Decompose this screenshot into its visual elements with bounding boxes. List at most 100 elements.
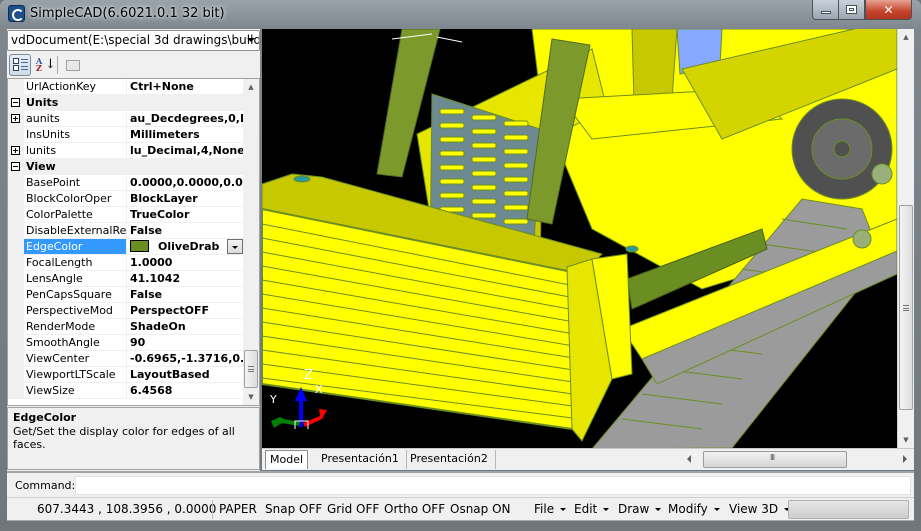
property-value-text: False [130,224,163,237]
property-value[interactable]: LayoutBased [127,367,244,382]
property-row[interactable]: ColorPalette TrueColor [8,207,244,223]
property-row[interactable]: BlockColorOper BlockLayer [8,191,244,207]
property-value[interactable]: 0.0000,0.0000,0.000 [127,175,244,190]
property-value[interactable]: TrueColor [127,207,244,222]
scroll-down-icon[interactable]: ▼ [898,432,914,448]
scroll-down-icon[interactable]: ▼ [243,389,259,405]
property-value-text: PerspectOFF [130,304,209,317]
property-category[interactable]: Units [8,95,244,111]
menu-modify-label: Modify [668,502,708,516]
caret-down-icon [603,508,610,511]
grid-toggle[interactable]: Grid OFF [327,502,379,516]
close-button[interactable]: ✕ [865,0,912,20]
scroll-up-icon[interactable]: ▲ [243,79,259,95]
categorized-view-button[interactable] [9,54,31,76]
property-value[interactable]: False [127,287,244,302]
property-value[interactable]: 41.1042 [127,271,244,286]
property-panel: vdDocument(E:\special 3d drawings\bulldo… [7,29,260,471]
property-value[interactable]: OliveDrab [127,239,244,254]
viewport-horizontal-scrollbar[interactable] [685,451,912,468]
app-window: SimpleCAD(6.6021.0.1 32 bit) ✕ vdDocumen… [0,0,921,531]
property-value[interactable]: au_Decdegrees,0,No [127,111,244,126]
dropdown-button[interactable] [227,239,243,254]
property-row[interactable]: UrlActionKey Ctrl+None [8,79,244,95]
property-value[interactable]: Millimeters [127,127,244,142]
viewport-scrollbar-thumb[interactable] [899,205,913,410]
scroll-left-icon[interactable] [687,455,691,463]
expand-icon[interactable] [11,114,20,123]
expand-icon[interactable] [11,146,20,155]
property-row[interactable]: DisableExternalRefe False [8,223,244,239]
property-row[interactable]: FocalLength 1.0000 [8,255,244,271]
grille-slot [503,162,529,169]
property-name: BlockColorOper [24,191,127,206]
property-row[interactable]: PerspectiveMod PerspectOFF [8,303,244,319]
property-value[interactable]: False [127,223,244,238]
maximize-button[interactable] [838,0,865,20]
property-name: ViewCenter [24,351,127,366]
tab-presentacion1[interactable]: Presentación1 [314,450,407,469]
command-input[interactable] [75,476,911,495]
grille-slot [503,204,529,211]
property-row[interactable]: lunits lu_Decimal,4,None [8,143,244,159]
minimize-button[interactable] [812,0,839,20]
property-row[interactable]: LensAngle 41.1042 [8,271,244,287]
scrollbar-thumb[interactable] [244,350,258,388]
property-value-text: 90 [130,336,146,349]
property-row[interactable]: BasePoint0.0000,0.0000,0.000 [8,175,244,191]
tab-presentacion2[interactable]: Presentación2 [403,450,496,469]
property-row[interactable]: InsUnits Millimeters [8,127,244,143]
collapse-icon[interactable] [11,162,20,171]
toolbar-divider [57,56,58,74]
property-row[interactable]: EdgeColor OliveDrab [8,239,244,255]
property-value-text: 6.4568 [130,384,173,397]
grille-slot [503,134,529,141]
osnap-toggle[interactable]: Osnap ON [450,502,511,516]
menu-view3d[interactable]: View 3D [729,502,791,516]
property-row[interactable]: RenderMode ShadeOn [8,319,244,335]
paper-toggle[interactable]: PAPER [219,502,257,516]
tab-model[interactable]: Model [265,450,309,469]
property-grid-scrollbar[interactable]: ▲ ▼ [243,79,259,405]
menu-modify[interactable]: Modify [668,502,720,516]
property-row[interactable]: ViewCenter-0.6965,-1.3716,0.00 [8,351,244,367]
property-value[interactable]: 1.0000 [127,255,244,270]
property-row[interactable]: PenCapsSquare False [8,287,244,303]
row-gutter [8,127,24,142]
snap-toggle[interactable]: Snap OFF [265,502,322,516]
property-row[interactable]: SmoothAngle 90 [8,335,244,351]
alphabetical-sort-button[interactable]: A Z ↓ [33,54,56,76]
property-value[interactable]: PerspectOFF [127,303,244,318]
ortho-toggle[interactable]: Ortho OFF [384,502,445,516]
property-value-text: au_Decdegrees,0,No [130,112,244,125]
property-value[interactable]: 90 [127,335,244,350]
property-value-text: ShadeOn [130,320,186,333]
status-divider [212,500,213,519]
app-logo-icon[interactable] [8,5,25,22]
property-value[interactable]: -0.6965,-1.3716,0.00 [127,351,244,366]
property-value[interactable]: lu_Decimal,4,None [127,143,244,158]
property-value[interactable]: ShadeOn [127,319,244,334]
property-value[interactable]: Ctrl+None [127,79,244,94]
scroll-up-icon[interactable]: ▲ [898,29,914,45]
horizontal-scrollbar-thumb[interactable] [703,451,847,468]
property-row[interactable]: ViewSize 6.4568 [8,383,244,399]
property-row[interactable]: ViewportLTScale LayoutBased [8,367,244,383]
property-category[interactable]: View [8,159,244,175]
scroll-right-icon[interactable] [903,455,907,463]
property-row[interactable]: aunitsau_Decdegrees,0,No [8,111,244,127]
menu-draw[interactable]: Draw [618,502,662,516]
viewport-vertical-scrollbar[interactable]: ▲ ▼ [897,29,914,448]
collapse-icon[interactable] [11,98,20,107]
property-value[interactable]: 6.4568 [127,383,244,398]
property-pages-button[interactable] [62,54,84,76]
document-selector[interactable]: vdDocument(E:\special 3d drawings\bulldo… [7,30,260,51]
menu-file-label: File [534,502,555,516]
property-grid-toolbar: A Z ↓ [7,52,260,78]
row-gutter [8,319,24,334]
menu-file[interactable]: File [534,502,567,516]
drawing-viewport[interactable]: Z X Y [262,29,897,448]
menu-edit[interactable]: Edit [574,502,610,516]
grille-slot [439,108,465,115]
property-value[interactable]: BlockLayer [127,191,244,206]
